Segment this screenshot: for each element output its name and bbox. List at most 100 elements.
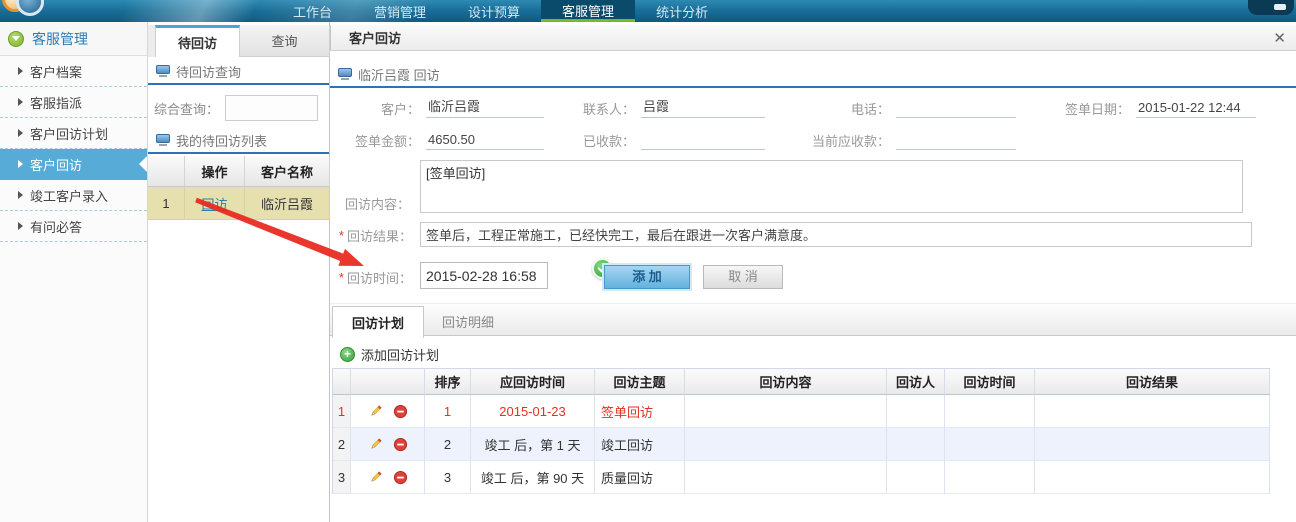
sidebar-item-customer-files[interactable]: 客户档案 [0, 56, 147, 87]
sidebar-item-qna[interactable]: 有问必答 [0, 211, 147, 242]
edit-pencil-icon[interactable] [368, 437, 383, 452]
add-visit-plan-link[interactable]: + 添加回访计划 [330, 342, 439, 366]
monitor-icon [338, 68, 352, 80]
plan-table-header: 排序 应回访时间 回访主题 回访内容 回访人 回访时间 回访结果 [333, 369, 1269, 395]
delete-minus-icon[interactable] [393, 470, 408, 485]
field-label: 联系人： [545, 99, 635, 118]
field-sign-date: 签单日期： 2015-01-22 12:44 [1030, 96, 1256, 118]
tab-pending-visit[interactable]: 待回访 [155, 25, 240, 57]
sidebar-item-service-assign[interactable]: 客服指派 [0, 87, 147, 118]
col-header-time: 回访时间 [945, 369, 1035, 395]
cell-result [1035, 395, 1270, 428]
plus-icon: + [340, 347, 355, 362]
field-phone: 电话： [790, 96, 1016, 118]
nav-item-customer-service[interactable]: 客服管理 [541, 0, 635, 22]
field-value: 2015-01-22 12:44 [1136, 100, 1256, 118]
required-asterisk: * [339, 228, 344, 243]
cell-person [887, 428, 945, 461]
cell-topic: 竣工回访 [595, 428, 685, 461]
row-index: 1 [333, 395, 351, 428]
top-navbar: 工作台 营销管理 设计预算 客服管理 统计分析 [0, 0, 1296, 22]
customer-visit-panel: 客户回访 ✕ 临沂吕霞 回访 客户： 临沂吕霞 联系人： 吕霞 电话： 签单日期… [330, 22, 1296, 522]
nav-item-workbench[interactable]: 工作台 [272, 0, 353, 22]
field-label: 签单日期： [1030, 99, 1130, 118]
caret-right-icon [18, 191, 23, 199]
col-header-due-time: 应回访时间 [471, 369, 595, 395]
table-row: 3 3 竣工 后，第 90 天 质量回访 [333, 461, 1269, 494]
sidebar-item-label: 竣工客户录入 [30, 186, 108, 205]
app-logo [2, 0, 46, 20]
visit-result-label: * 回访结果： [330, 226, 412, 245]
edit-pencil-icon[interactable] [368, 470, 383, 485]
tab-visit-detail[interactable]: 回访明细 [426, 306, 510, 337]
nav-item-design-budget[interactable]: 设计预算 [447, 0, 541, 22]
field-receivable: 当前应收款： [790, 128, 1016, 150]
pending-table-header: 操作 客户名称 [148, 156, 330, 187]
visit-content-textarea[interactable]: [签单回访] [420, 160, 1243, 213]
caret-right-icon [18, 129, 23, 137]
visit-plan-table: 排序 应回访时间 回访主题 回访内容 回访人 回访时间 回访结果 1 1 201… [332, 368, 1270, 494]
nav-item-marketing[interactable]: 营销管理 [353, 0, 447, 22]
sidebar-item-label: 客户档案 [30, 62, 82, 81]
sidebar: 客服管理 客户档案 客服指派 客户回访计划 客户回访 竣工客户录入 有问必答 [0, 22, 148, 522]
composite-query-label: 综合查询： [154, 99, 219, 118]
table-row: 1 1 2015-01-23 签单回访 [333, 395, 1269, 428]
col-header-content: 回访内容 [685, 369, 887, 395]
sidebar-header[interactable]: 客服管理 [0, 22, 147, 56]
monitor-icon [156, 65, 170, 77]
sidebar-item-customer-visit[interactable]: 客户回访 [0, 149, 147, 180]
sidebar-item-label: 客户回访 [30, 155, 82, 174]
plan-tabbar: 回访计划 回访明细 [330, 303, 1296, 336]
col-header-order: 排序 [425, 369, 471, 395]
sidebar-item-label: 客服指派 [30, 93, 82, 112]
section-title: 临沂吕霞 回访 [358, 65, 440, 84]
caret-right-icon [18, 67, 23, 75]
nav-corner-button[interactable] [1248, 0, 1294, 15]
col-header-result: 回访结果 [1035, 369, 1270, 395]
tab-visit-plan[interactable]: 回访计划 [332, 306, 424, 338]
cell-result [1035, 461, 1270, 494]
window-icon [1274, 4, 1286, 10]
field-customer: 客户： 临沂吕霞 [334, 96, 544, 118]
cell-order: 3 [425, 461, 471, 494]
row-index: 1 [148, 187, 185, 219]
close-icon[interactable]: ✕ [1273, 29, 1286, 47]
composite-query-input[interactable] [225, 95, 318, 121]
field-label: 电话： [790, 99, 890, 118]
edit-pencil-icon[interactable] [368, 404, 383, 419]
add-button[interactable]: 添 加 [604, 265, 690, 289]
field-received: 已收款： [545, 128, 765, 150]
section-title: 我的待回访列表 [176, 131, 267, 150]
composite-query-row: 综合查询： [148, 89, 330, 127]
visit-result-input[interactable] [420, 222, 1252, 247]
field-value [896, 147, 1016, 150]
visit-time-input[interactable] [420, 262, 548, 289]
nav-item-statistics[interactable]: 统计分析 [635, 0, 729, 22]
caret-right-icon [18, 98, 23, 106]
sidebar-item-visit-plan[interactable]: 客户回访计划 [0, 118, 147, 149]
visit-time-label: * 回访时间： [330, 268, 412, 287]
cell-order: 1 [425, 395, 471, 428]
field-label: 签单金额： [334, 131, 420, 150]
tab-query[interactable]: 查询 [240, 25, 330, 57]
page-title: 客户回访 [349, 28, 401, 47]
pending-visit-panel: 待回访 查询 待回访查询 综合查询： 我的待回访列表 操作 客户名称 1 回访 … [148, 22, 330, 522]
pending-query-section-header: 待回访查询 [148, 59, 329, 85]
sidebar-item-completion-entry[interactable]: 竣工客户录入 [0, 180, 147, 211]
field-value: 临沂吕霞 [426, 96, 544, 118]
cell-content [685, 461, 887, 494]
caret-right-icon [18, 160, 23, 168]
delete-minus-icon[interactable] [393, 437, 408, 452]
cell-due-time: 竣工 后，第 90 天 [471, 461, 595, 494]
delete-minus-icon[interactable] [393, 404, 408, 419]
field-value [641, 147, 765, 150]
pending-visit-table: 操作 客户名称 1 回访 临沂吕霞 [148, 156, 330, 220]
middle-tabbar: 待回访 查询 [148, 25, 330, 57]
col-header-action: 操作 [185, 156, 245, 186]
field-label: 客户： [334, 99, 420, 118]
required-asterisk: * [339, 270, 344, 285]
chevron-down-icon [8, 31, 24, 47]
cancel-button[interactable]: 取 消 [703, 265, 783, 289]
section-title: 待回访查询 [176, 62, 241, 81]
visit-link[interactable]: 回访 [185, 187, 245, 219]
